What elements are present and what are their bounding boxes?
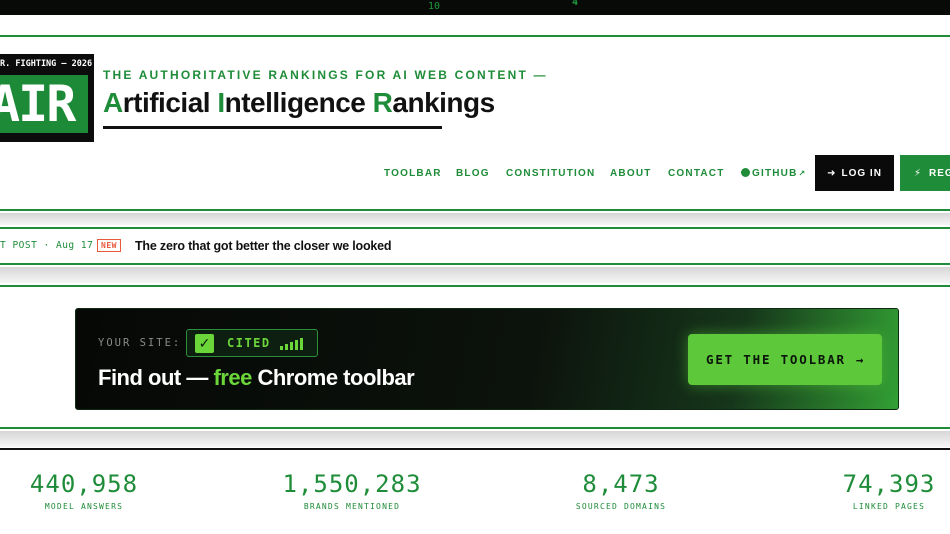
strip-digit: 10 [428,1,441,12]
promo-shadow [0,431,950,447]
cited-text: CITED [227,336,271,350]
nav-constitution[interactable]: CONSTITUTION [506,168,595,179]
logo-mark: AIR [0,75,88,133]
check-icon: ✓ [195,334,214,353]
cited-status-badge: ✓ CITED [186,329,318,357]
logo-tag: R. FIGHTING — 2026 [0,56,94,72]
stat-label: LINKED PAGES [852,502,926,511]
site-tagline: THE AUTHORITATIVE RANKINGS FOR AI WEB CO… [103,68,548,82]
nav-blog[interactable]: BLOG [456,168,490,179]
stat-value: 1,550,283 [282,470,422,498]
ticker-shadow [0,267,950,283]
promo-title: Find out — free Chrome toolbar [98,365,415,390]
stat-value: 440,958 [29,470,139,498]
site-logo[interactable]: R. FIGHTING — 2026 AIR [0,54,94,142]
ticker-label: T POST · Aug 17 [0,240,94,251]
stat-linked-pages: 74,393 LINKED PAGES [829,470,949,511]
ticker-headline-link[interactable]: The zero that got better the closer we l… [135,239,392,253]
stat-label: MODEL ANSWERS [44,502,124,511]
github-icon [741,168,750,177]
title-underline [103,126,442,129]
top-strip: 10 4 [0,0,950,15]
latest-post-ticker: T POST · Aug 17 NEW The zero that got be… [0,227,950,265]
site-title[interactable]: Artificial Intelligence Rankings [103,87,495,119]
stat-model-answers: 440,958 MODEL ANSWERS [18,470,150,511]
login-icon: ➜ [827,167,837,179]
nav-toolbar[interactable]: TOOLBAR [384,168,442,179]
lightning-icon: ⚡ [914,167,923,179]
stat-label: SOURCED DOMAINS [575,502,667,511]
nav-github[interactable]: GITHUB↗ [741,168,806,179]
strip-digit: 4 [572,0,579,8]
get-toolbar-button[interactable]: GET THE TOOLBAR → [688,334,882,385]
stats-divider [0,448,950,450]
nav-contact[interactable]: CONTACT [668,168,725,179]
register-button[interactable]: ⚡ REG [900,155,950,191]
login-button[interactable]: ➜ LOG IN [815,155,894,191]
stat-sourced-domains: 8,473 SOURCED DOMAINS [561,470,681,511]
stat-label: BRANDS MENTIONED [303,502,401,511]
stat-value: 8,473 [582,470,660,498]
header-shadow [0,213,950,225]
promo-band: YOUR SITE: ✓ CITED Find out — free Chrom… [0,285,950,429]
nav-about[interactable]: ABOUT [610,168,652,179]
site-header: R. FIGHTING — 2026 AIR THE AUTHORITATIVE… [0,35,950,211]
external-link-icon: ↗ [798,169,807,178]
new-badge: NEW [97,239,121,252]
signal-bars-icon [280,338,308,350]
arrow-right-icon: → [855,352,866,367]
toolbar-promo-banner[interactable]: YOUR SITE: ✓ CITED Find out — free Chrom… [75,308,899,410]
stat-value: 74,393 [842,470,936,498]
stat-brands-mentioned: 1,550,283 BRANDS MENTIONED [277,470,427,511]
promo-label: YOUR SITE: [98,337,182,349]
